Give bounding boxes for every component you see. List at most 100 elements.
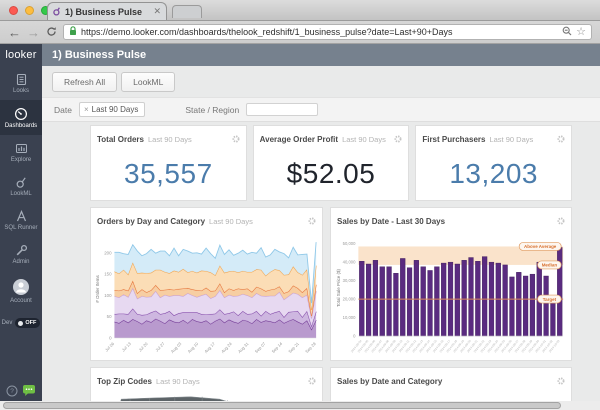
svg-text:Sep 14: Sep 14 [271, 341, 284, 354]
gear-icon[interactable] [557, 130, 565, 148]
tile-title: Average Order Profit [260, 135, 338, 144]
dashboards-icon [14, 107, 28, 121]
svg-text:Aug 31: Aug 31 [237, 341, 250, 354]
page-title: 1) Business Pulse [42, 44, 600, 66]
sidebar-item-sql-runner[interactable]: SQL Runner [0, 203, 42, 237]
sidebar-item-dashboards[interactable]: Dashboards [0, 100, 42, 135]
sql-runner-icon [15, 210, 28, 223]
sidebar-item-admin[interactable]: Admin [0, 237, 42, 271]
sidebar-item-looks[interactable]: Looks [0, 66, 42, 100]
svg-text:20,000: 20,000 [343, 297, 356, 302]
svg-text:Aug 24: Aug 24 [220, 341, 233, 354]
sidebar-item-label: LookML [10, 191, 31, 197]
svg-text:50: 50 [107, 314, 112, 319]
remove-filter-icon[interactable]: × [84, 105, 89, 114]
svg-text:Sep 28: Sep 28 [304, 341, 317, 354]
sidebar-item-account[interactable]: Account [0, 271, 42, 310]
reload-button[interactable] [46, 26, 57, 39]
svg-text:Aug 17: Aug 17 [203, 341, 216, 354]
horizontal-scrollbar-track[interactable] [0, 401, 600, 410]
svg-text:# Order Items: # Order Items [95, 274, 100, 302]
svg-text:Sep 07: Sep 07 [254, 341, 267, 354]
browser-navbar: ← → https://demo.looker.com/dashboards/t… [0, 21, 600, 44]
svg-text:Above Average: Above Average [524, 244, 557, 249]
gear-icon[interactable] [394, 130, 402, 148]
account-avatar [12, 278, 30, 296]
url-bar[interactable]: https://demo.looker.com/dashboards/thelo… [63, 24, 592, 40]
tile-title: Top Zip Codes [97, 377, 152, 386]
new-tab-button[interactable] [172, 5, 202, 18]
lookml-button[interactable]: LookML [121, 72, 175, 92]
bookmark-star-icon[interactable]: ☆ [576, 27, 586, 38]
state-filter-input[interactable] [246, 103, 318, 116]
gear-icon[interactable] [557, 372, 565, 390]
window-controls[interactable] [9, 6, 50, 15]
tile-title: First Purchasers [422, 135, 485, 144]
tile-subtitle: Last 90 Days [148, 135, 192, 144]
screen: 1) Business Pulse ✕ ← → https://demo.loo… [0, 0, 600, 410]
svg-text:40,000: 40,000 [343, 260, 356, 265]
kpi-value: 13,203 [416, 158, 571, 190]
tile-subtitle: Last 90 Days [342, 135, 386, 144]
gear-icon[interactable] [557, 212, 565, 230]
url-text: https://demo.looker.com/dashboards/thelo… [81, 27, 558, 37]
tile-title: Sales by Date - Last 30 Days [337, 217, 445, 226]
svg-text:Aug 03: Aug 03 [170, 341, 183, 354]
sidebar-item-label: Looks [13, 88, 29, 94]
svg-text:0: 0 [109, 335, 112, 340]
chat-button[interactable] [22, 384, 36, 402]
dev-label: Dev [2, 320, 13, 326]
sidebar: Looks Dashboards Explore LookML [0, 66, 42, 410]
close-window-button[interactable] [9, 6, 18, 15]
horizontal-scrollbar-thumb[interactable] [3, 402, 561, 409]
svg-text:Aug 10: Aug 10 [187, 341, 200, 354]
explore-icon [15, 142, 28, 155]
kpi-tile-average-order-profit: Average Order Profit Last 90 Days $52.05 [253, 125, 410, 201]
https-lock-icon [69, 23, 77, 41]
kpi-tile-total-orders: Total Orders Last 90 Days 35,557 [90, 125, 247, 201]
gear-icon[interactable] [232, 130, 240, 148]
kpi-value: 35,557 [91, 158, 246, 190]
svg-text:150: 150 [104, 272, 112, 277]
tile-title: Total Orders [97, 135, 144, 144]
sidebar-item-lookml[interactable]: LookML [0, 169, 42, 203]
svg-text:?: ? [10, 388, 14, 395]
state-filter-label: State / Region [185, 105, 239, 115]
app-header: looker 1) Business Pulse [0, 44, 600, 66]
sidebar-item-label: SQL Runner [4, 225, 37, 231]
help-button[interactable]: ? [6, 384, 18, 402]
sidebar-item-explore[interactable]: Explore [0, 135, 42, 169]
kpi-value: $52.05 [254, 158, 409, 190]
date-filter-token[interactable]: × Last 90 Days [79, 102, 145, 117]
gear-icon[interactable] [308, 212, 316, 230]
svg-text:30,000: 30,000 [343, 278, 356, 283]
date-filter-value: Last 90 Days [92, 105, 139, 114]
refresh-all-button[interactable]: Refresh All [52, 72, 117, 92]
gear-icon[interactable] [308, 372, 316, 390]
looker-logo[interactable]: looker [0, 44, 42, 66]
back-button[interactable]: ← [8, 26, 21, 39]
bar-chart[interactable]: 010,00020,00030,00040,00050,0002014-09-0… [333, 232, 569, 361]
zoom-out-icon[interactable] [562, 23, 572, 41]
tile-title: Sales by Date and Category [337, 377, 442, 386]
tile-subtitle: Last 90 Days [209, 217, 253, 226]
svg-text:Sep 21: Sep 21 [287, 341, 300, 354]
tab-close-icon[interactable]: ✕ [153, 7, 161, 16]
toggle-knob [18, 321, 23, 326]
tile-sales-by-date: Sales by Date - Last 30 Days 010,00020,0… [330, 207, 572, 361]
svg-text:100: 100 [104, 293, 112, 298]
svg-text:Jul 27: Jul 27 [154, 341, 166, 353]
stacked-area-chart[interactable]: 050100150200Jul 06Jul 13Jul 20Jul 27Aug … [93, 232, 320, 361]
dashboard-toolbar: Refresh All LookML [42, 66, 600, 97]
forward-button[interactable]: → [27, 26, 40, 39]
browser-tab[interactable]: 1) Business Pulse ✕ [47, 2, 167, 20]
dev-mode-toggle[interactable]: Dev OFF [0, 310, 42, 336]
svg-text:Median: Median [542, 263, 558, 268]
looker-favicon [53, 7, 61, 16]
lookml-icon [15, 176, 28, 189]
svg-text:Total Sale Price ($): Total Sale Price ($) [336, 269, 341, 307]
minimize-window-button[interactable] [25, 6, 34, 15]
dev-state: OFF [25, 320, 36, 326]
looks-icon [15, 73, 28, 86]
tile-title: Orders by Day and Category [97, 217, 205, 226]
